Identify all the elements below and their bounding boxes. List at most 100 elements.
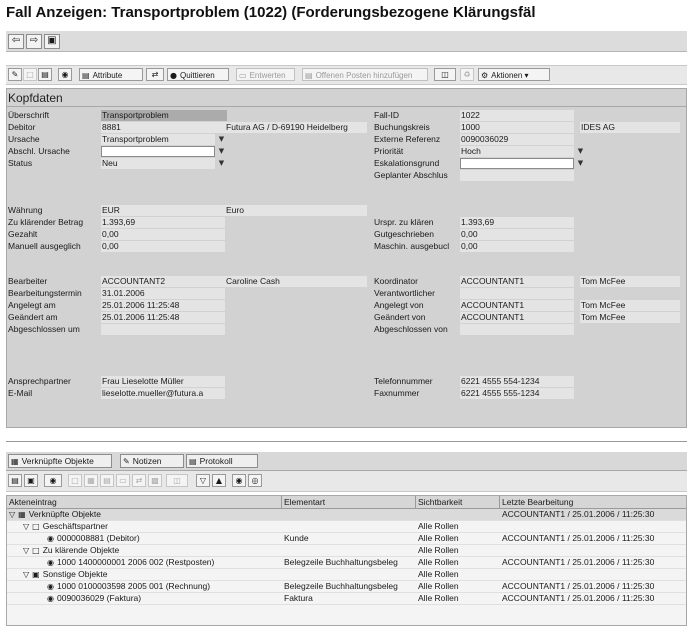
table-row[interactable]: ▽ ▦ Verknüpfte Objekte ACCOUNTANT1 / 25.01… bbox=[7, 509, 686, 521]
collapse-icon[interactable]: ▽ bbox=[9, 509, 15, 520]
tab-notizen[interactable]: ✎ Notizen bbox=[120, 454, 184, 468]
table-row[interactable]: ▽ □ Geschäftspartner Alle Rollen bbox=[7, 521, 686, 533]
geplanter-abschluss-field[interactable] bbox=[460, 170, 574, 181]
telefon-field[interactable]: 6221 4555 554-1234 bbox=[460, 376, 574, 387]
email-field[interactable]: lieselotte.mueller@futura.a bbox=[101, 388, 225, 399]
koordinator-field[interactable]: ACCOUNTANT1 bbox=[460, 276, 574, 287]
arrow-left-icon[interactable]: ⇦ bbox=[8, 34, 24, 49]
dropdown-icon[interactable]: ▼ bbox=[217, 135, 226, 144]
linked-objects-icon: ▦ bbox=[18, 510, 26, 519]
geaendert-am-field[interactable]: 25.01.2006 11:25:48 bbox=[101, 312, 225, 323]
maschin-ausgebucht-field[interactable]: 0,00 bbox=[460, 241, 574, 252]
refresh-icon[interactable]: ♻ bbox=[460, 68, 474, 81]
dropdown-icon[interactable]: ▼ bbox=[217, 147, 226, 156]
verantwortlicher-label: Verantwortlicher bbox=[374, 288, 435, 298]
save-icon[interactable]: □ bbox=[23, 68, 37, 81]
details-icon[interactable]: ▤ bbox=[8, 474, 22, 487]
abgeschlossen-von-field[interactable] bbox=[460, 324, 574, 335]
tab-strip: ▦ Verknüpfte Objekte ✎ Notizen ▤ Protokoll bbox=[6, 452, 687, 471]
bearbeiter-field[interactable]: ACCOUNTANT2 bbox=[101, 276, 225, 287]
table-row[interactable]: ◉ 0090036029 (Faktura) Faktura Alle Rolle… bbox=[7, 593, 686, 605]
collapse-icon[interactable]: ▽ bbox=[23, 545, 29, 556]
offene-posten-button[interactable]: ▤ Offenen Posten hinzufügen bbox=[302, 68, 428, 81]
gutgeschrieben-field[interactable]: 0,00 bbox=[460, 229, 574, 240]
column-header[interactable]: Akteneintrag bbox=[9, 497, 57, 507]
fall-id-label: Fall-ID bbox=[374, 110, 400, 120]
tab-verknuepfte-objekte[interactable]: ▦ Verknüpfte Objekte bbox=[8, 454, 112, 468]
display-icon[interactable]: ◉ bbox=[58, 68, 72, 81]
attribute-button[interactable]: ▤ Attribute bbox=[79, 68, 143, 81]
column-header[interactable]: Sichtbarkeit bbox=[418, 497, 462, 507]
collapse-icon[interactable]: ▽ bbox=[23, 569, 29, 580]
koordinator-label: Koordinator bbox=[374, 276, 418, 286]
ext-referenz-field[interactable]: 0090036029 bbox=[460, 134, 574, 145]
status-field[interactable]: Neu bbox=[101, 158, 215, 169]
table-row[interactable]: ▽ ▣ Sonstige Objekte Alle Rollen bbox=[7, 569, 686, 581]
urspr-zu-klaeren-field[interactable]: 1.393,69 bbox=[460, 217, 574, 228]
fall-id-field[interactable]: 1022 bbox=[460, 110, 574, 121]
print-icon[interactable]: ▤ bbox=[38, 68, 52, 81]
find-icon[interactable]: ◉ bbox=[232, 474, 246, 487]
maschin-ausgebucht-label: Maschin. ausgebucl bbox=[374, 241, 450, 251]
find-next-icon[interactable]: ◎ bbox=[248, 474, 262, 487]
paste-icon[interactable]: ▤ bbox=[100, 474, 114, 487]
aktionen-button[interactable]: ⚙ Aktionen ▾ bbox=[478, 68, 550, 81]
zu-klaerender-betrag-field[interactable]: 1.393,69 bbox=[101, 217, 225, 228]
collapse-icon[interactable]: ▽ bbox=[23, 521, 29, 532]
eskalationsgrund-input[interactable] bbox=[460, 158, 574, 169]
display-object-icon[interactable]: ◉ bbox=[44, 474, 62, 487]
column-header[interactable]: Letzte Bearbeitung bbox=[502, 497, 573, 507]
attach-icon[interactable]: ▩ bbox=[148, 474, 162, 487]
table-row[interactable]: ◉ 1000 0100003598 2005 001 (Rechnung) Bel… bbox=[7, 581, 686, 593]
grid-header: Akteneintrag Elementart Sichtbarkeit Let… bbox=[7, 496, 686, 509]
buchungskreis-description: IDES AG bbox=[580, 122, 680, 133]
select-all-icon[interactable]: ▣ bbox=[24, 474, 38, 487]
panel-title: Kopfdaten bbox=[8, 91, 63, 105]
table-row[interactable]: ▽ □ Zu klärende Objekte Alle Rollen bbox=[7, 545, 686, 557]
transfer-icon[interactable]: ⇄ bbox=[146, 68, 164, 81]
entwerten-button[interactable]: ▭ Entwerten bbox=[236, 68, 295, 81]
edit-icon[interactable]: ✎ bbox=[8, 68, 22, 81]
geaendert-von-field[interactable]: ACCOUNTANT1 bbox=[460, 312, 574, 323]
workflow-icon[interactable]: ◫ bbox=[434, 68, 456, 81]
verantwortlicher-field[interactable] bbox=[460, 288, 574, 299]
attribute-icon: ▤ bbox=[82, 71, 90, 80]
application-toolbar: ✎ □ ▤ ◉ ▤ Attribute ⇄ ● Quittieren ▭ Entwer… bbox=[6, 65, 687, 85]
gezahlt-field[interactable]: 0,00 bbox=[101, 229, 225, 240]
fax-field[interactable]: 6221 4555 555-1234 bbox=[460, 388, 574, 399]
abschl-ursache-input[interactable] bbox=[101, 146, 215, 157]
move-icon[interactable]: ⇄ bbox=[132, 474, 146, 487]
buchungskreis-field[interactable]: 1000 bbox=[460, 122, 574, 133]
arrow-right-icon[interactable]: ⇨ bbox=[26, 34, 42, 49]
bearbeitungstermin-field[interactable]: 31.01.2006 bbox=[101, 288, 225, 299]
dropdown-icon[interactable]: ▼ bbox=[217, 159, 226, 168]
sort-icon[interactable]: ▲ bbox=[212, 474, 226, 487]
actions-icon: ⚙ bbox=[481, 71, 489, 80]
splitter[interactable] bbox=[6, 441, 687, 442]
ueberschrift-field[interactable]: Transportproblem bbox=[101, 110, 227, 121]
manuell-ausgeglichen-field[interactable]: 0,00 bbox=[101, 241, 225, 252]
dropdown-icon[interactable]: ▼ bbox=[576, 159, 585, 168]
ueberschrift-label: Überschrift bbox=[8, 110, 50, 120]
abgeschlossen-um-field[interactable] bbox=[101, 324, 225, 335]
copy-icon[interactable]: ▦ bbox=[84, 474, 98, 487]
ursache-field[interactable]: Transportproblem bbox=[101, 134, 215, 145]
waehrung-field[interactable]: EUR bbox=[101, 205, 225, 216]
angelegt-von-field[interactable]: ACCOUNTANT1 bbox=[460, 300, 574, 311]
tab-protokoll[interactable]: ▤ Protokoll bbox=[186, 454, 258, 468]
table-row[interactable]: ◉ 0000008881 (Debitor) Kunde Alle Rollen … bbox=[7, 533, 686, 545]
create-icon[interactable]: □ bbox=[68, 474, 82, 487]
column-header[interactable]: Elementart bbox=[284, 497, 325, 507]
table-row[interactable]: ◉ 1000 1400000001 2006 002 (Restposten) B… bbox=[7, 557, 686, 569]
filter-icon[interactable]: ▽ bbox=[196, 474, 210, 487]
ansprechpartner-field[interactable]: Frau Lieselotte Müller bbox=[101, 376, 225, 387]
dropdown-icon[interactable]: ▼ bbox=[576, 147, 585, 156]
layout-icon[interactable]: ◫ bbox=[166, 474, 188, 487]
quittieren-button[interactable]: ● Quittieren bbox=[167, 68, 229, 81]
ursache-label: Ursache bbox=[8, 134, 40, 144]
prioritaet-field[interactable]: Hoch bbox=[460, 146, 574, 157]
angelegt-am-field[interactable]: 25.01.2006 11:25:48 bbox=[101, 300, 225, 311]
window-icon[interactable]: ▣ bbox=[44, 34, 60, 49]
delete-icon[interactable]: ▭ bbox=[116, 474, 130, 487]
debitor-field[interactable]: 8881 bbox=[101, 122, 225, 133]
